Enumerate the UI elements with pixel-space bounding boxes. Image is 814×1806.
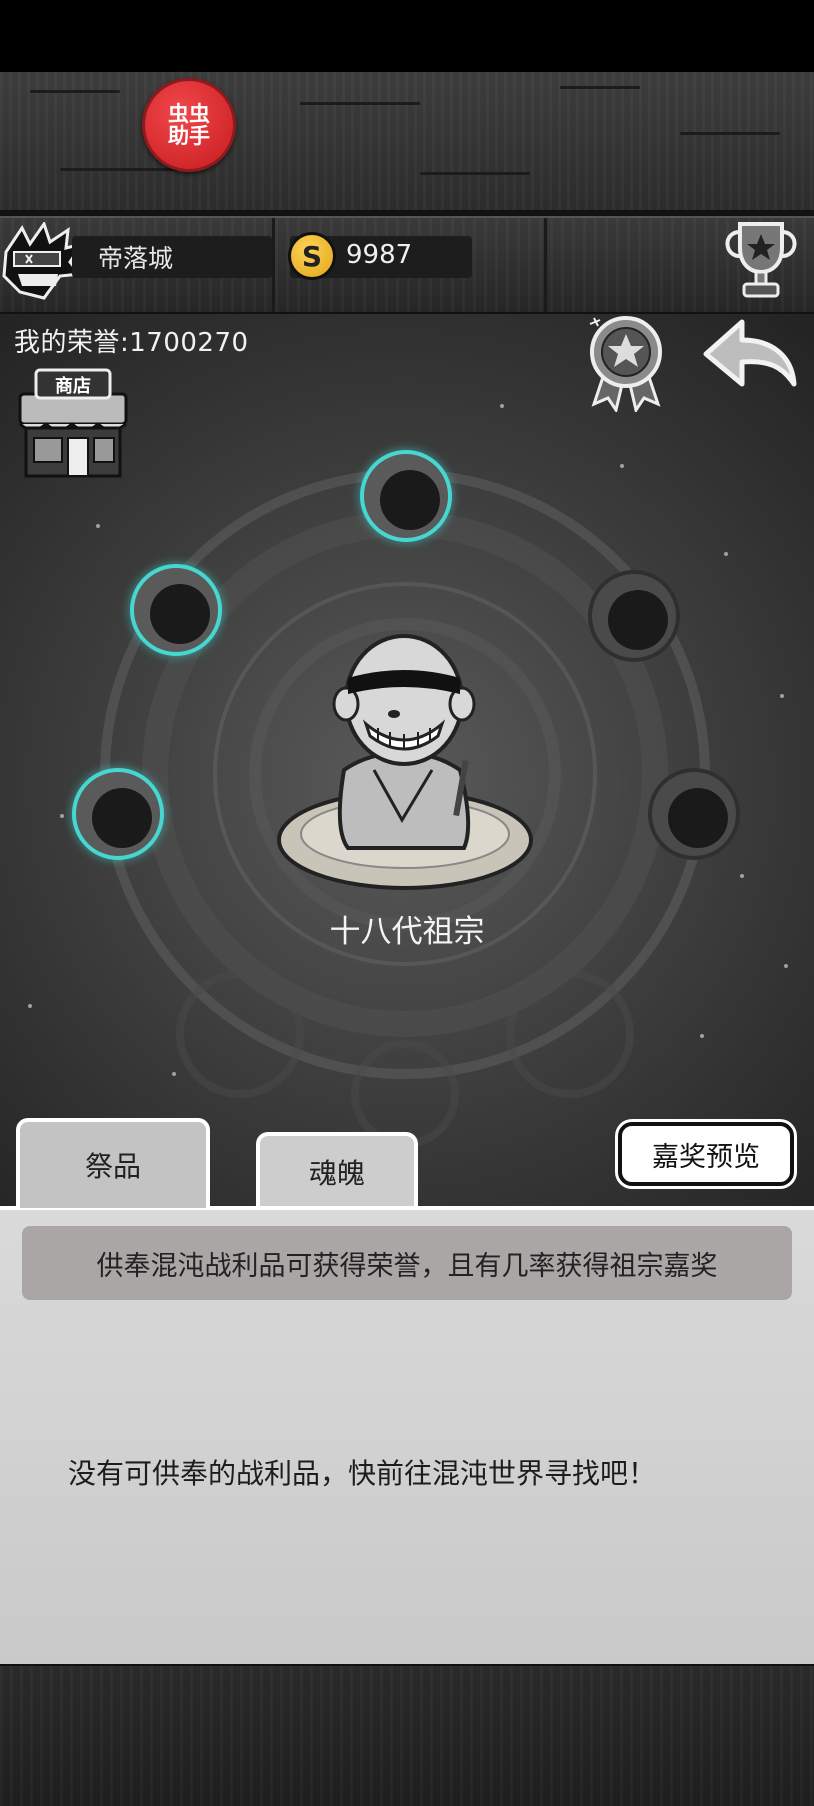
reward-preview-button[interactable]: 嘉奖预览 [618,1122,794,1186]
info-banner: 供奉混沌战利品可获得荣誉，且有几率获得祖宗嘉奖 [22,1226,792,1300]
ancestor-character[interactable] [274,620,536,892]
offering-slot[interactable] [72,768,164,860]
tab-offerings[interactable]: 祭品 [16,1118,210,1208]
coin-icon: S [288,232,336,280]
offering-slot[interactable] [360,450,452,542]
shop-icon[interactable]: 商店 [14,366,132,480]
ancestor-name: 十八代祖宗 [329,914,485,950]
top-wall-strip [0,72,814,216]
offering-slot[interactable] [588,570,680,662]
status-bar [0,0,814,72]
shop-sign: 商店 [55,375,91,397]
offering-slot[interactable] [130,564,222,656]
offering-slot[interactable] [648,768,740,860]
helper-button[interactable]: 虫虫 助手 [142,78,236,172]
bottom-wall-strip [0,1660,814,1806]
back-arrow-icon[interactable] [702,318,798,390]
tab-souls[interactable]: 魂魄 [256,1132,418,1208]
honor-points: 我的荣誉:1700270 [14,328,249,358]
trophy-icon[interactable] [718,218,804,302]
city-name: 帝落城 [72,236,272,278]
empty-message: 没有可供奉的战利品，快前往混沌世界寻找吧！ [68,1457,657,1490]
medal-icon[interactable] [584,312,668,412]
coin-count: 9987 [346,240,413,270]
